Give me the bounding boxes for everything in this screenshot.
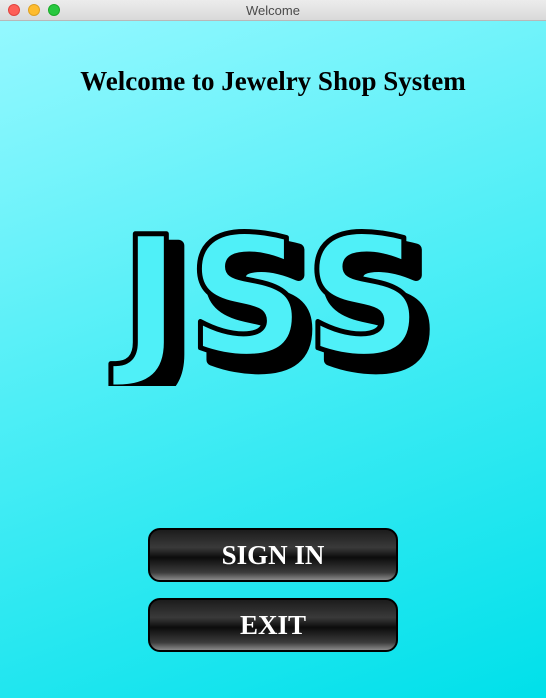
title-bar: Welcome — [0, 0, 546, 21]
exit-button[interactable]: EXIT — [148, 598, 398, 652]
welcome-heading: Welcome to Jewelry Shop System — [80, 66, 466, 96]
jss-logo: JSS JSS — [108, 206, 442, 386]
logo-text: JSS — [110, 206, 430, 386]
window-title: Welcome — [246, 3, 300, 18]
welcome-panel: Welcome to Jewelry Shop System JSS JSS S… — [0, 21, 546, 698]
sign-in-button[interactable]: SIGN IN — [148, 528, 398, 582]
app-window: Welcome Welcome to Jewelry Shop System J… — [0, 0, 546, 698]
